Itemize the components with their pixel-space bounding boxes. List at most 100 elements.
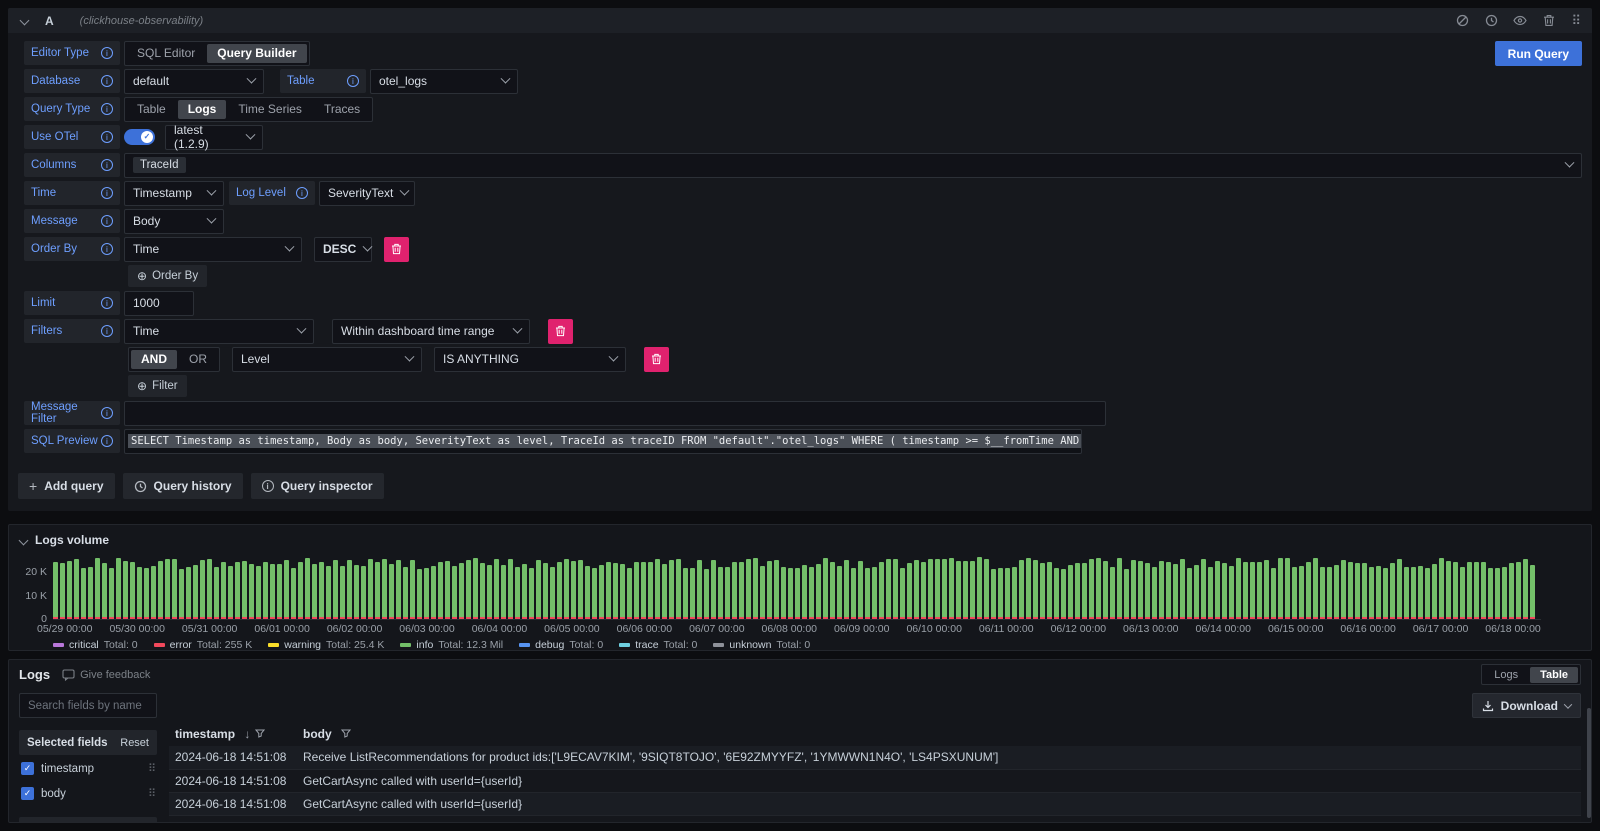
chevron-down-icon xyxy=(501,73,511,83)
volume-bar xyxy=(949,558,954,619)
message-column-select[interactable]: Body xyxy=(124,209,224,234)
eye-icon[interactable] xyxy=(1513,14,1527,28)
table-row[interactable]: 2024-06-18 14:51:08GetCartAsync called w… xyxy=(169,769,1581,792)
info-icon[interactable]: i xyxy=(347,75,359,87)
timestamp-column-header[interactable]: timestamp ↓ xyxy=(169,721,297,746)
table-select[interactable]: otel_logs xyxy=(370,69,518,94)
otel-version-select[interactable]: latest (1.2.9) xyxy=(165,125,263,150)
filter2-operator-select[interactable]: IS ANYTHING xyxy=(434,347,626,372)
timestamp-cell: 2024-06-18 14:51:08 xyxy=(169,769,297,792)
drag-handle-icon[interactable]: ⠿ xyxy=(148,762,155,775)
collapse-volume-icon[interactable] xyxy=(19,536,28,545)
filter-funnel-icon[interactable] xyxy=(255,729,265,738)
search-fields-input[interactable] xyxy=(19,693,157,718)
info-icon[interactable]: i xyxy=(101,47,113,59)
volume-bar xyxy=(1159,561,1164,619)
table-row[interactable]: 2024-06-18 14:51:08Receive ListRecommend… xyxy=(169,746,1581,769)
volume-bar xyxy=(865,568,870,619)
checkbox-checked[interactable]: ✓ xyxy=(21,762,34,775)
query-type-logs[interactable]: Logs xyxy=(178,100,227,119)
legend-item-critical[interactable]: criticalTotal: 0 xyxy=(53,639,138,651)
query-type-traces[interactable]: Traces xyxy=(314,100,370,119)
info-icon[interactable]: i xyxy=(101,131,113,143)
use-otel-toggle[interactable]: ✓ xyxy=(124,129,155,145)
volume-bar xyxy=(921,562,926,619)
legend-item-warning[interactable]: warningTotal: 25.4 K xyxy=(268,639,384,651)
info-icon[interactable]: i xyxy=(101,159,113,171)
table-row[interactable]: 2024-06-18 14:51:08Receive ListRecommend… xyxy=(169,815,1581,823)
editor-type-sql-editor[interactable]: SQL Editor xyxy=(127,44,205,63)
filter-funnel-icon[interactable] xyxy=(341,729,351,738)
info-icon[interactable]: i xyxy=(101,103,113,115)
sort-desc-icon[interactable]: ↓ xyxy=(244,727,250,741)
query-type-time-series[interactable]: Time Series xyxy=(228,100,312,119)
view-table-option[interactable]: Table xyxy=(1530,667,1578,683)
filter-operator-select[interactable]: Within dashboard time range xyxy=(332,319,530,344)
volume-bar xyxy=(347,560,352,619)
add-query-button[interactable]: + Add query xyxy=(18,473,115,499)
remove-order-by-button[interactable] xyxy=(384,237,409,262)
reset-fields-button[interactable]: Reset xyxy=(120,737,149,749)
collapse-query-icon[interactable] xyxy=(20,16,29,25)
info-icon[interactable]: i xyxy=(101,407,113,419)
volume-bar xyxy=(1215,561,1220,619)
add-order-by-button[interactable]: ⊕ Order By xyxy=(128,265,207,287)
time-column-select[interactable]: Timestamp xyxy=(124,181,224,206)
filter-and-option[interactable]: AND xyxy=(131,350,177,369)
info-icon[interactable]: i xyxy=(296,187,308,199)
run-query-button[interactable]: Run Query xyxy=(1495,41,1582,66)
info-icon[interactable]: i xyxy=(101,243,113,255)
volume-bar xyxy=(487,565,492,619)
legend-item-trace[interactable]: traceTotal: 0 xyxy=(619,639,697,651)
legend-item-error[interactable]: errorTotal: 255 K xyxy=(154,639,253,651)
download-button[interactable]: Download xyxy=(1472,693,1581,718)
legend-item-info[interactable]: infoTotal: 12.3 Mil xyxy=(400,639,503,651)
chevron-down-icon xyxy=(513,323,523,333)
log-level-select[interactable]: SeverityText xyxy=(319,181,415,206)
volume-bar xyxy=(585,566,590,620)
query-type-table[interactable]: Table xyxy=(127,100,176,119)
remove-filter-button[interactable] xyxy=(548,319,573,344)
query-history-button[interactable]: Query history xyxy=(123,473,243,499)
add-filter-button[interactable]: ⊕ Filter xyxy=(128,375,187,397)
order-direction-select[interactable]: DESC xyxy=(314,237,372,262)
legend-item-debug[interactable]: debugTotal: 0 xyxy=(519,639,603,651)
info-icon[interactable]: i xyxy=(101,215,113,227)
log-level-label: Log Level i xyxy=(229,181,315,205)
volume-bar xyxy=(130,562,135,619)
info-icon[interactable]: i xyxy=(101,435,113,447)
remove-filter2-button[interactable] xyxy=(644,347,669,372)
database-select[interactable]: default xyxy=(124,69,264,94)
column-tag-traceid[interactable]: TraceId xyxy=(133,157,186,173)
info-icon[interactable]: i xyxy=(101,297,113,309)
volume-bar xyxy=(256,566,261,619)
query-inspector-button[interactable]: i Query inspector xyxy=(251,473,384,499)
volume-bar xyxy=(1222,563,1227,619)
editor-type-query-builder[interactable]: Query Builder xyxy=(207,44,306,63)
drag-handle-icon[interactable]: ⠿ xyxy=(148,787,155,800)
volume-bar xyxy=(319,562,324,619)
info-icon[interactable]: i xyxy=(101,325,113,337)
view-logs-option[interactable]: Logs xyxy=(1484,667,1528,683)
info-icon[interactable]: i xyxy=(101,187,113,199)
order-by-select[interactable]: Time xyxy=(124,237,302,262)
checkbox-checked[interactable]: ✓ xyxy=(21,787,34,800)
query-builder-form: Editor Type i SQL Editor Query Builder D… xyxy=(8,33,1592,453)
limit-input[interactable] xyxy=(124,291,194,316)
drag-handle-icon[interactable]: ⠿ xyxy=(1571,13,1580,29)
table-row[interactable]: 2024-06-18 14:51:08GetCartAsync called w… xyxy=(169,792,1581,815)
info-icon[interactable]: i xyxy=(101,75,113,87)
give-feedback-link[interactable]: Give feedback xyxy=(62,669,150,681)
message-filter-input[interactable] xyxy=(124,401,1106,426)
filter-or-option[interactable]: OR xyxy=(179,350,217,369)
body-column-header[interactable]: body xyxy=(297,721,1581,746)
columns-select[interactable]: TraceId xyxy=(124,153,1582,178)
filter2-field-select[interactable]: Level xyxy=(232,347,422,372)
vertical-scrollbar[interactable] xyxy=(1587,708,1591,818)
delete-query-icon[interactable] xyxy=(1542,14,1556,28)
volume-bar xyxy=(375,562,380,619)
legend-item-unknown[interactable]: unknownTotal: 0 xyxy=(713,639,810,651)
filter-field-select[interactable]: Time xyxy=(124,319,314,344)
disable-query-icon[interactable] xyxy=(1455,14,1469,28)
query-history-icon[interactable] xyxy=(1484,14,1498,28)
